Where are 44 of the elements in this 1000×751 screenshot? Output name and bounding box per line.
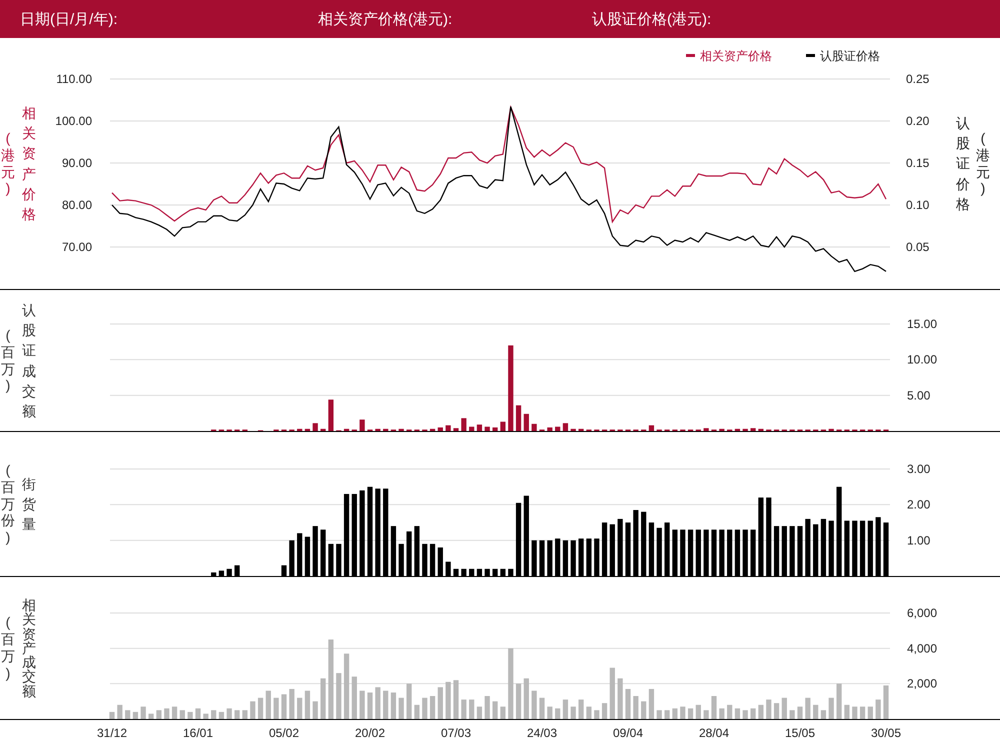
y-tick-label: 110.00 [56, 72, 92, 86]
axis-unit-label: (百万) [1, 614, 15, 682]
y-tick-label: 1.00 [907, 533, 930, 548]
y-tick-label: 2.00 [907, 498, 930, 512]
y-tick-label: 4,000 [907, 641, 938, 656]
y-tick-label: 100.00 [55, 114, 92, 128]
x-tick-label: 15/05 [784, 726, 816, 740]
legend-label: 相关资产价格 [700, 49, 772, 63]
x-tick-label: 28/04 [698, 726, 730, 740]
x-tick-label: 31/12 [96, 726, 128, 740]
header-field-label: 认股证价格(港元): [592, 10, 712, 28]
y-tick-label: 2,000 [907, 676, 938, 691]
y-tick-label: 0.20 [906, 114, 930, 128]
header-field-label: 相关资产价格(港元): [318, 10, 454, 28]
x-tick-label: 09/04 [612, 726, 644, 740]
legend-label: 认股证价格 [820, 49, 880, 63]
axis-unit-label: (百万份) [1, 462, 15, 546]
y-tick-label: 70.00 [62, 240, 92, 254]
y-tick-label: 6,000 [907, 606, 938, 620]
y-tick-label: 0.15 [906, 156, 930, 170]
axis-unit-label: (港元) [1, 130, 15, 198]
axis-title: 街货量 [22, 474, 36, 534]
x-tick-label: 16/01 [182, 726, 214, 740]
axis-title: 认股证成交额 [22, 300, 36, 422]
y-tick-label: 0.25 [906, 72, 930, 86]
y-tick-label: 0.05 [906, 240, 930, 254]
x-tick-label: 07/03 [440, 726, 472, 740]
header-field-label: 日期(日/月/年): [20, 10, 118, 28]
y-tick-label: 15.00 [907, 317, 938, 331]
axis-title: 相关资产成交额 [22, 598, 36, 698]
x-tick-label: 24/03 [526, 726, 558, 740]
x-tick-label: 05/02 [268, 726, 300, 740]
y-tick-label: 5.00 [907, 388, 930, 402]
y-tick-label: 90.00 [62, 156, 92, 170]
axis-unit-label: (港元) [976, 130, 990, 198]
y-tick-label: 80.00 [62, 198, 92, 212]
axis-title: 相关资产价格 [22, 104, 36, 224]
y-tick-label: 0.10 [906, 198, 930, 212]
x-tick-label: 20/02 [354, 726, 386, 740]
x-tick-label: 30/05 [870, 726, 902, 740]
y-tick-label: 10.00 [907, 352, 938, 367]
axis-title: 认股证价格 [956, 114, 970, 214]
axis-unit-label: (百万) [1, 326, 15, 394]
y-tick-label: 3.00 [907, 462, 930, 476]
